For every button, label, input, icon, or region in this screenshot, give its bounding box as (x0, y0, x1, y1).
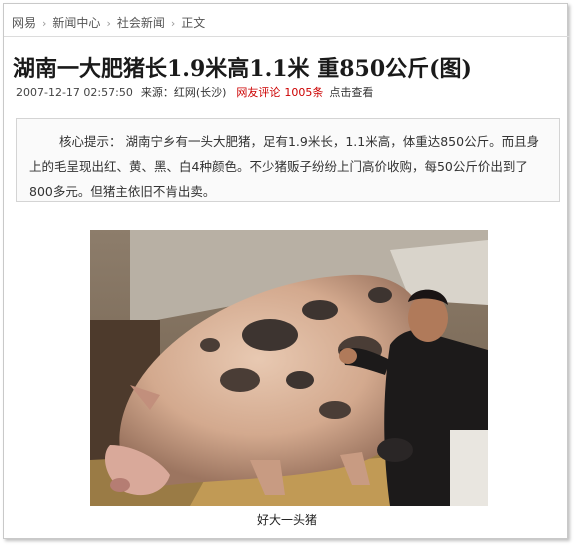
breadcrumb-separator: › (106, 17, 111, 30)
breadcrumb-separator: › (170, 17, 176, 30)
summary-box: 核心提示： 湖南宁乡有一头大肥猪，足有1.9米长，1.1米高，体重达850公斤。… (16, 118, 560, 202)
breadcrumb-link-social-news[interactable]: 社会新闻 (117, 16, 165, 30)
comment-count[interactable]: 1005 (284, 86, 312, 99)
breadcrumb-current: 正文 (181, 16, 206, 30)
breadcrumb-link-news-center[interactable]: 新闻中心 (52, 16, 100, 30)
breadcrumb-separator: › (42, 17, 47, 30)
comments-link[interactable]: 网友评论 (236, 86, 280, 99)
photo-caption: 好大一头猪 (256, 513, 317, 527)
article-photo (90, 230, 488, 506)
header-divider (4, 36, 570, 37)
page-title: 湖南一大肥猪长1.9米高1.1米 重850公斤(图) (13, 56, 472, 82)
comment-count-unit[interactable]: 条 (312, 86, 323, 99)
publish-datetime: 2007-12-17 02:57:50 (16, 86, 133, 99)
article-meta: 2007-12-17 02:57:50 来源：红网(长沙) 网友评论 1005条 点击查… (16, 84, 373, 100)
breadcrumb: 网易 › 新闻中心 › 社会新闻 › 正文 (12, 14, 205, 31)
view-comments-link[interactable]: 点击查看 (329, 86, 373, 99)
breadcrumb-link-home[interactable]: 网易 (12, 16, 36, 30)
pig-photo-illustration (90, 230, 488, 506)
article-source: 来源：红网(长沙) (140, 86, 227, 99)
